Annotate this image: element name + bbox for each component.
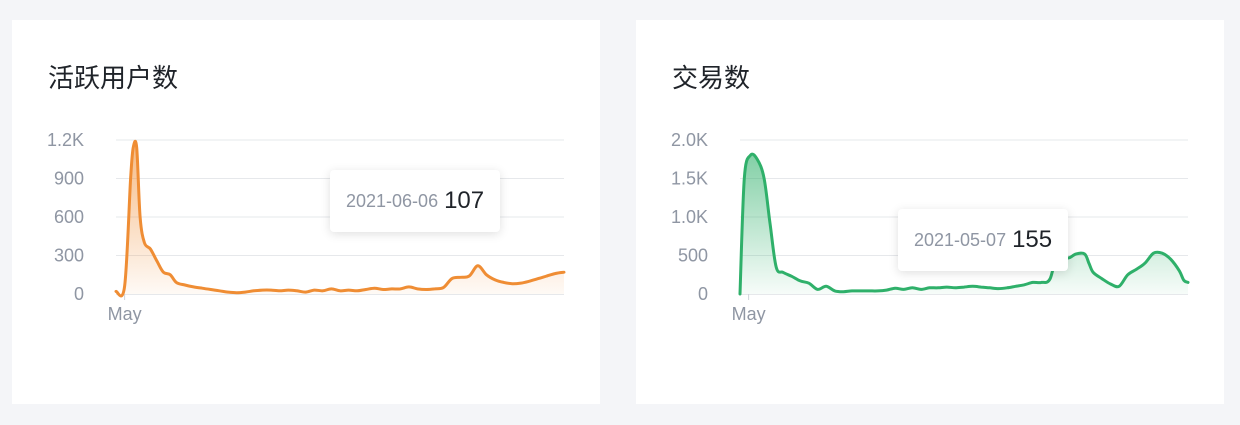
y-tick-label: 500 — [678, 246, 708, 266]
y-tick-label: 0 — [74, 284, 84, 304]
y-tick-label: 2.0K — [671, 130, 708, 150]
y-tick-label: 1.5K — [671, 169, 708, 189]
y-tick-label: 1.0K — [671, 207, 708, 227]
tooltip-value: 107 — [444, 187, 485, 214]
y-tick-label: 600 — [54, 207, 84, 227]
chart-tooltip: 2021-06-06 107 — [330, 170, 501, 232]
tooltip-value: 155 — [1012, 226, 1053, 253]
y-tick-label: 300 — [54, 246, 84, 266]
x-tick-label: May — [108, 304, 142, 324]
y-tick-label: 0 — [698, 284, 708, 304]
y-tick-label: 1.2K — [47, 130, 84, 150]
tooltip-date: 2021-05-07 — [914, 229, 1007, 250]
tooltip-date: 2021-06-06 — [346, 190, 439, 211]
chart-tooltip: 2021-05-07 155 — [898, 209, 1069, 271]
y-tick-label: 900 — [54, 169, 84, 189]
x-tick-label: May — [732, 304, 766, 324]
active-users-chart[interactable]: 0 300 600 900 1.2K May — [12, 20, 600, 404]
transactions-card: 交易数 0 500 1.0K 1.5K 2.0K May 2021-05-07 155 — [636, 20, 1224, 404]
active-users-card: 活跃用户数 0 300 600 900 1.2K May 2021-06-06 107 — [12, 20, 600, 404]
